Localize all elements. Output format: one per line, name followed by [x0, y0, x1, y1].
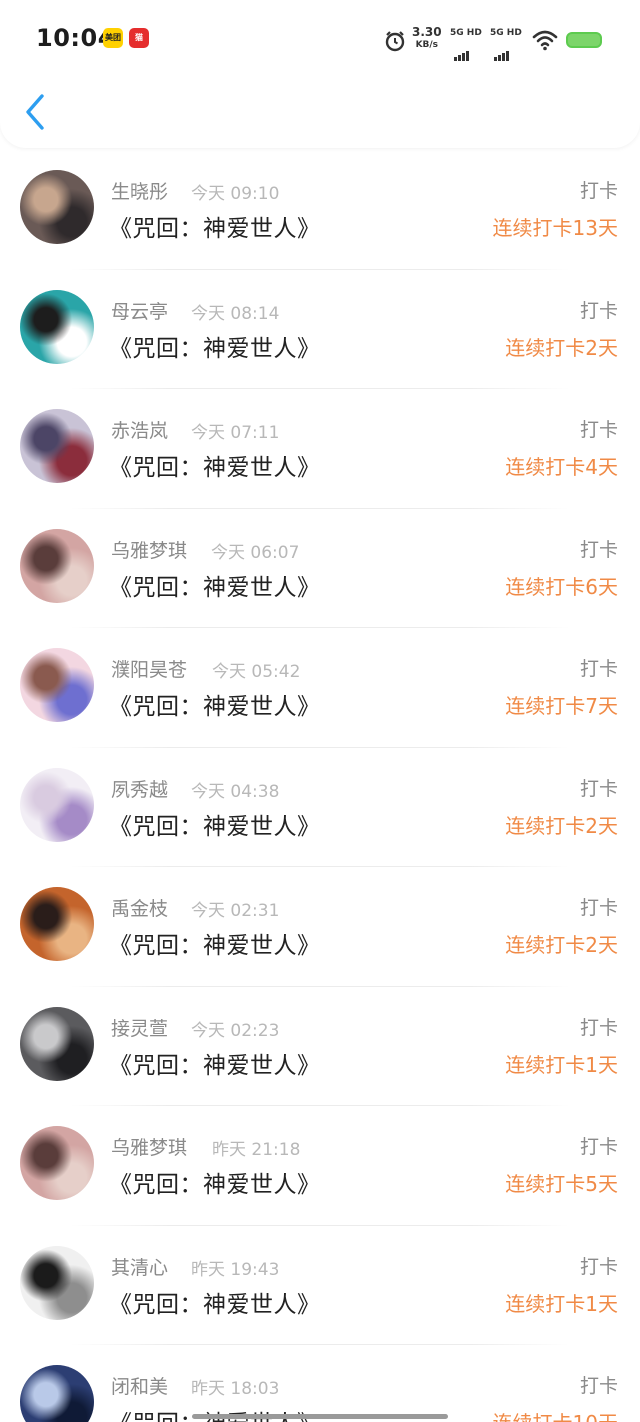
checkin-label: 打卡	[579, 1136, 618, 1158]
checkin-item[interactable]: 闭和美 昨天 18:03 《咒回：神爱世人》 打卡连续打卡10天	[0, 1345, 640, 1422]
user-name[interactable]: 乌雅梦琪	[111, 536, 187, 563]
user-name[interactable]: 夙秀越	[111, 775, 168, 802]
streak-count: 连续打卡2天	[505, 335, 618, 360]
network-speed-unit: KB/s	[415, 40, 439, 50]
tmall-app-icon: 猫	[129, 28, 149, 48]
streak-count: 连续打卡6天	[505, 574, 618, 599]
checkin-item[interactable]: 母云亭 今天 08:14 《咒回：神爱世人》 打卡连续打卡2天	[0, 270, 640, 389]
user-name[interactable]: 闭和美	[111, 1372, 168, 1399]
user-name[interactable]: 赤浩岚	[111, 416, 168, 443]
screen: 10:04 美团 猫 3.30 KB/s 5G HD 5G HD 生晓彤 今天 …	[0, 0, 640, 1422]
streak-count: 连续打卡2天	[505, 813, 618, 838]
avatar[interactable]	[20, 289, 94, 364]
book-title[interactable]: 《咒回：神爱世人》	[109, 1165, 321, 1199]
checkin-item[interactable]: 生晓彤 今天 09:10 《咒回：神爱世人》 打卡连续打卡13天	[0, 150, 640, 270]
checkin-item[interactable]: 赤浩岚 今天 07:11 《咒回：神爱世人》 打卡连续打卡4天	[0, 389, 640, 509]
checkin-time: 今天 06:07	[211, 542, 300, 563]
checkin-feed-list: 生晓彤 今天 09:10 《咒回：神爱世人》 打卡 连续打卡13天 母云亭 今天 08:14…	[0, 150, 640, 1422]
signal-label-2: 5G HD	[490, 28, 522, 38]
checkin-item[interactable]: 乌雅梦琪 今天 06:07 《咒回：神爱世人》 打卡连续打卡6天	[0, 509, 640, 628]
checkin-label: 打卡	[579, 419, 618, 441]
book-title[interactable]: 《咒回：神爱世人》	[109, 1046, 321, 1080]
book-title[interactable]: 《咒回：神爱世人》	[109, 209, 321, 243]
avatar[interactable]	[20, 767, 94, 842]
network-speed-value: 3.30	[412, 25, 442, 39]
signal-bars-2-icon	[494, 42, 510, 61]
network-speed: 3.30 KB/s	[412, 26, 442, 51]
user-name[interactable]: 禹金枝	[111, 894, 168, 921]
checkin-label: 打卡	[579, 1016, 618, 1039]
back-button[interactable]	[20, 92, 50, 132]
avatar[interactable]	[20, 887, 94, 961]
book-title[interactable]: 《咒回：神爱世人》	[109, 687, 321, 721]
home-indicator[interactable]	[192, 1414, 448, 1419]
status-icons: 3.30 KB/s 5G HD 5G HD	[384, 26, 604, 61]
checkin-time: 今天 05:42	[212, 662, 301, 682]
user-name[interactable]: 母云亭	[111, 297, 168, 324]
checkin-label: 打卡	[579, 1255, 618, 1278]
book-title[interactable]: 《咒回：神爱世人》	[109, 1404, 321, 1422]
user-name[interactable]: 乌雅梦琪	[111, 1133, 187, 1160]
checkin-time: 今天 07:11	[191, 423, 280, 443]
streak-count: 连续打卡5天	[505, 1172, 618, 1196]
streak-count: 连续打卡4天	[505, 455, 618, 479]
checkin-label: 打卡	[579, 777, 618, 800]
checkin-time: 今天 04:38	[191, 781, 280, 802]
alarm-icon	[385, 31, 405, 52]
avatar[interactable]	[20, 1126, 94, 1200]
checkin-time: 今天 09:10	[191, 184, 280, 204]
streak-count: 连续打卡13天	[492, 216, 618, 240]
checkin-label: 打卡	[579, 897, 618, 919]
checkin-time: 昨天 21:18	[212, 1140, 301, 1160]
avatar[interactable]	[20, 409, 94, 483]
streak-count: 连续打卡1天	[505, 1052, 618, 1077]
checkin-label: 打卡	[579, 180, 618, 202]
meituan-app-icon: 美团	[103, 28, 123, 48]
user-name[interactable]: 生晓彤	[111, 177, 168, 204]
avatar[interactable]	[20, 1245, 94, 1320]
signal-bars-1-icon	[454, 42, 470, 61]
battery-icon	[566, 32, 602, 48]
avatar[interactable]	[20, 1006, 94, 1081]
checkin-item[interactable]: 乌雅梦琪 昨天 21:18 《咒回：神爱世人》 打卡连续打卡5天	[0, 1106, 640, 1226]
book-title[interactable]: 《咒回：神爱世人》	[109, 926, 321, 960]
checkin-time: 今天 08:14	[191, 303, 280, 324]
top-bar: 10:04 美团 猫 3.30 KB/s 5G HD 5G HD	[0, 0, 640, 148]
checkin-label: 打卡	[579, 538, 618, 561]
checkin-item[interactable]: 其清心 昨天 19:43 《咒回：神爱世人》 打卡连续打卡1天	[0, 1226, 640, 1345]
user-name[interactable]: 接灵萱	[111, 1014, 168, 1041]
checkin-item[interactable]: 濮阳昊苍 今天 05:42 《咒回：神爱世人》 打卡连续打卡7天	[0, 628, 640, 748]
checkin-item[interactable]: 夙秀越 今天 04:38 《咒回：神爱世人》 打卡连续打卡2天	[0, 748, 640, 867]
avatar[interactable]	[20, 648, 94, 722]
user-name[interactable]: 濮阳昊苍	[111, 655, 187, 682]
user-name[interactable]: 其清心	[111, 1253, 168, 1280]
streak-count: 连续打卡10天	[493, 1407, 618, 1422]
book-title[interactable]: 《咒回：神爱世人》	[109, 807, 321, 841]
avatar[interactable]	[20, 1365, 94, 1422]
avatar[interactable]	[20, 170, 94, 244]
book-title[interactable]: 《咒回：神爱世人》	[109, 329, 321, 363]
checkin-time: 今天 02:31	[191, 901, 280, 921]
checkin-label: 打卡	[579, 1375, 618, 1397]
checkin-time: 昨天 19:43	[191, 1259, 280, 1280]
checkin-time: 今天 02:23	[191, 1020, 280, 1041]
checkin-time: 昨天 18:03	[191, 1379, 280, 1399]
signal-label-1: 5G HD	[450, 28, 482, 38]
streak-count: 连续打卡2天	[505, 933, 618, 957]
wifi-icon	[532, 30, 558, 51]
checkin-label: 打卡	[579, 299, 618, 322]
streak-count: 连续打卡1天	[505, 1291, 618, 1316]
book-title[interactable]: 《咒回：神爱世人》	[109, 568, 321, 602]
book-title[interactable]: 《咒回：神爱世人》	[109, 1285, 321, 1319]
avatar[interactable]	[20, 528, 94, 603]
chevron-left-icon	[26, 94, 44, 130]
book-title[interactable]: 《咒回：神爱世人》	[109, 448, 321, 482]
checkin-label: 打卡	[579, 658, 618, 680]
checkin-item[interactable]: 禹金枝 今天 02:31 《咒回：神爱世人》 打卡连续打卡2天	[0, 867, 640, 987]
streak-count: 连续打卡7天	[505, 694, 618, 718]
checkin-item[interactable]: 接灵萱 今天 02:23 《咒回：神爱世人》 打卡连续打卡1天	[0, 987, 640, 1106]
